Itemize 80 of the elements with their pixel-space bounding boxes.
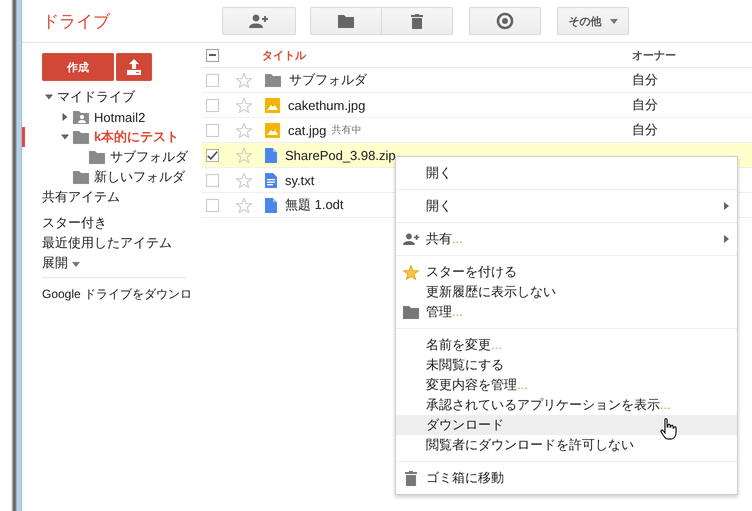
folder-icon — [403, 306, 419, 318]
tree-item[interactable]: サブフォルダ — [110, 148, 188, 166]
file-name[interactable]: cat.jpg — [288, 122, 326, 138]
folder-icon — [265, 74, 281, 86]
sidebar-link[interactable]: 最近使用したアイテム — [42, 233, 200, 253]
star-icon[interactable] — [236, 148, 252, 162]
star-icon[interactable] — [236, 122, 252, 138]
hand-cursor-icon — [660, 418, 677, 440]
image-file-icon — [265, 122, 280, 138]
menu-item[interactable]: 開く — [396, 196, 737, 216]
delete-button[interactable] — [381, 7, 453, 35]
menu-item[interactable]: 変更内容を管理... — [396, 375, 737, 395]
file-name[interactable]: サブフォルダ — [289, 71, 367, 89]
create-button[interactable]: 作成 — [42, 53, 114, 81]
column-header[interactable]: オーナー — [632, 48, 752, 62]
star-icon[interactable] — [236, 172, 252, 188]
add-person-icon — [249, 14, 269, 28]
star-icon[interactable] — [236, 98, 252, 112]
owner-cell-text: 自分 — [632, 121, 659, 139]
row-checkbox[interactable] — [206, 148, 219, 162]
file-name[interactable]: SharePod_3.98.zip — [285, 148, 396, 162]
file-icon — [265, 148, 277, 162]
file-name[interactable]: 無題 1.odt — [285, 196, 344, 214]
tree-item[interactable]: 新しいフォルダ — [94, 168, 185, 186]
expander-icon[interactable] — [44, 93, 54, 101]
trash-icon — [405, 470, 417, 486]
trash-icon — [411, 14, 423, 28]
column-header[interactable]: タイトル — [262, 48, 306, 62]
dropdown-caret-icon — [72, 262, 80, 267]
row-checkbox[interactable] — [206, 174, 219, 186]
star-icon[interactable] — [236, 72, 252, 88]
menu-item[interactable]: 共有... — [396, 229, 737, 249]
expand-link[interactable]: 展開 — [42, 253, 200, 273]
expander-icon[interactable] — [60, 113, 70, 121]
tree-item[interactable]: Hotmail2 — [94, 110, 146, 124]
star-icon[interactable] — [236, 198, 252, 212]
menu-item[interactable]: 閲覧者にダウンロードを許可しない — [396, 435, 737, 455]
shared-folder-icon — [73, 110, 89, 124]
row-checkbox[interactable] — [206, 198, 219, 212]
menu-item[interactable]: スターを付ける — [396, 262, 737, 282]
menu-item[interactable]: 名前を変更... — [396, 335, 737, 355]
star-icon — [403, 264, 419, 280]
eye-icon — [496, 12, 514, 30]
file-name[interactable]: cakethum.jpg — [288, 98, 366, 112]
dropdown-caret-icon — [610, 18, 618, 24]
tree-item[interactable]: マイドライブ — [57, 88, 135, 106]
owner-cell-text: 自分 — [632, 71, 659, 89]
menu-item[interactable]: 管理... — [396, 302, 737, 322]
menu-item[interactable]: ゴミ箱に移動 — [396, 468, 737, 488]
file-icon — [265, 198, 277, 212]
upload-button[interactable] — [116, 53, 152, 81]
folder-icon — [89, 150, 105, 164]
select-all-checkbox[interactable] — [206, 48, 219, 62]
expander-icon[interactable] — [60, 133, 70, 141]
more-button[interactable]: その他 — [557, 7, 629, 35]
image-file-icon — [265, 98, 280, 112]
move-to-folder-button[interactable] — [310, 7, 382, 35]
menu-item[interactable]: 未閲覧にする — [396, 355, 737, 375]
upload-icon — [127, 59, 141, 75]
file-name[interactable]: sy.txt — [285, 172, 314, 188]
menu-item[interactable]: 更新履歴に表示しない — [396, 282, 737, 302]
menu-item[interactable]: 承認されているアプリケーションを表示... — [396, 395, 737, 415]
app-title: ドライブ — [41, 10, 112, 32]
row-checkbox[interactable] — [206, 74, 219, 86]
folder-icon — [73, 170, 89, 184]
row-checkbox[interactable] — [206, 98, 219, 112]
shared-items-link[interactable]: 共有アイテム — [42, 187, 200, 207]
preview-button[interactable] — [469, 7, 541, 35]
owner-cell-text: 自分 — [632, 96, 659, 114]
row-checkbox[interactable] — [206, 124, 219, 136]
share-button[interactable] — [222, 7, 296, 35]
add-person-icon — [402, 233, 420, 245]
menu-item[interactable]: 開く — [396, 163, 737, 183]
folder-icon — [73, 130, 89, 144]
folder-icon — [338, 14, 354, 28]
download-drive-link[interactable]: Google ドライブをダウンロ — [42, 286, 200, 303]
sidebar-link[interactable]: スター付き — [42, 213, 200, 233]
tree-item[interactable]: k本的にテスト — [94, 128, 180, 146]
document-icon — [265, 172, 277, 188]
shared-label: 共有中 — [331, 124, 362, 137]
